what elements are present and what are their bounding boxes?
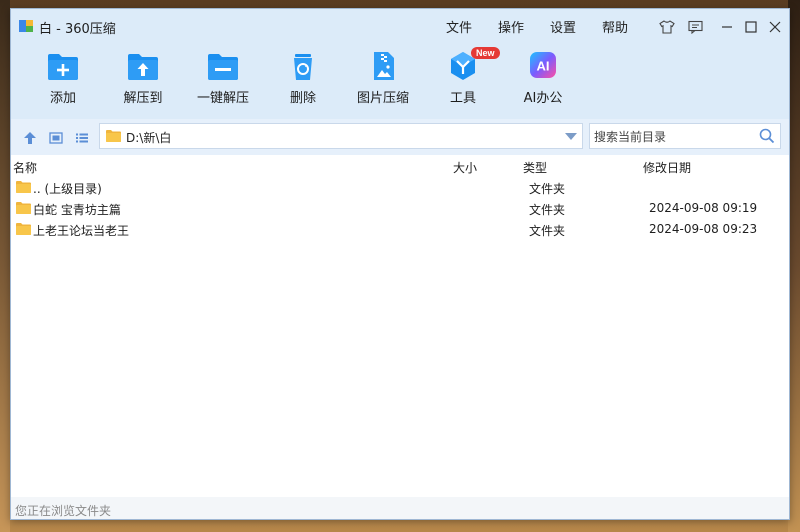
extract-to-icon	[128, 54, 158, 80]
folder-icon	[16, 181, 31, 193]
maximize-button[interactable]	[739, 17, 763, 37]
file-type: 文件夹	[529, 182, 566, 196]
file-name: .. (上级目录)	[33, 182, 102, 196]
close-button[interactable]	[763, 17, 787, 37]
extract-to-button[interactable]: 解压到	[103, 51, 183, 115]
column-name[interactable]: 名称	[13, 159, 37, 176]
shirt-icon	[659, 20, 675, 34]
close-icon	[769, 21, 781, 33]
current-path: D:\新\白	[126, 131, 172, 145]
one-click-extract-button[interactable]: 一键解压	[183, 51, 263, 115]
image-compress-icon	[374, 52, 394, 80]
address-bar: D:\新\白	[11, 119, 789, 156]
file-date: 2024-09-08 09:19	[649, 201, 758, 215]
file-list-header: 名称 大小 类型 修改日期	[11, 155, 789, 177]
toolbar: 添加 解压到 一键解压 删除 图片压缩 New 工具 AI AI办公	[11, 45, 789, 119]
search-box[interactable]	[589, 123, 781, 149]
add-button[interactable]: 添加	[23, 51, 103, 115]
file-date: 2024-09-08 09:23	[649, 222, 758, 236]
one-click-extract-label: 一键解压	[196, 91, 249, 106]
thumbnail-view-icon[interactable]	[49, 132, 63, 144]
one-click-extract-icon	[208, 54, 238, 80]
menu-file[interactable]: 文件	[433, 17, 485, 36]
desktop-background-left	[0, 0, 10, 532]
feedback-button[interactable]	[683, 17, 707, 37]
up-arrow-icon[interactable]	[23, 131, 37, 145]
dropdown-arrow-icon[interactable]	[565, 133, 577, 140]
image-compress-button[interactable]: 图片压缩	[343, 51, 423, 115]
menu-settings[interactable]: 设置	[537, 17, 589, 36]
column-type[interactable]: 类型	[523, 159, 547, 176]
app-window: 白 - 360压缩 文件 操作 设置 帮助 添加 解压到 一键解压 删除 图片压…	[10, 8, 790, 520]
list-view-icon[interactable]	[75, 132, 89, 144]
search-input[interactable]	[592, 127, 756, 147]
table-row[interactable]: 白蛇 宝青坊主篇 文件夹 2024-09-08 09:19	[11, 198, 789, 219]
tools-button[interactable]: New 工具	[423, 47, 503, 115]
minimize-icon	[722, 26, 732, 28]
ai-office-label: AI办公	[523, 91, 563, 106]
search-icon[interactable]	[759, 128, 775, 144]
maximize-icon	[745, 21, 757, 33]
file-type: 文件夹	[529, 224, 566, 238]
file-list: .. (上级目录) 文件夹 白蛇 宝青坊主篇 文件夹 2024-09-08 09…	[11, 177, 789, 240]
delete-button[interactable]: 删除	[263, 51, 343, 115]
title-bar[interactable]: 白 - 360压缩 文件 操作 设置 帮助	[11, 9, 789, 45]
tools-label: 工具	[449, 91, 476, 106]
skin-button[interactable]	[655, 17, 679, 37]
ai-office-icon: AI	[530, 52, 556, 78]
add-label: 添加	[49, 91, 76, 106]
table-row[interactable]: .. (上级目录) 文件夹	[11, 177, 789, 198]
status-bar: 您正在浏览文件夹	[11, 497, 789, 519]
folder-icon	[16, 223, 31, 235]
folder-icon	[106, 130, 121, 142]
app-logo-icon	[19, 20, 33, 32]
svg-text:AI: AI	[537, 59, 550, 74]
column-date[interactable]: 修改日期	[643, 159, 691, 176]
minimize-button[interactable]	[715, 17, 739, 37]
menu-bar: 文件 操作 设置 帮助	[433, 17, 641, 36]
file-name: 上老王论坛当老王	[33, 224, 130, 238]
delete-label: 删除	[289, 91, 316, 106]
new-badge: New	[471, 47, 500, 59]
column-size[interactable]: 大小	[453, 159, 477, 176]
file-type: 文件夹	[529, 203, 566, 217]
status-text: 您正在浏览文件夹	[15, 504, 112, 518]
add-folder-icon	[48, 54, 78, 80]
menu-operation[interactable]: 操作	[485, 17, 537, 36]
recycle-bin-icon	[294, 54, 312, 80]
extract-to-label: 解压到	[123, 91, 163, 106]
file-name: 白蛇 宝青坊主篇	[33, 203, 121, 217]
window-title: 白 - 360压缩	[39, 22, 116, 37]
menu-help[interactable]: 帮助	[589, 17, 641, 36]
image-compress-label: 图片压缩	[356, 91, 409, 106]
folder-icon	[16, 202, 31, 214]
table-row[interactable]: 上老王论坛当老王 文件夹 2024-09-08 09:23	[11, 219, 789, 240]
message-icon	[687, 20, 703, 34]
path-input[interactable]: D:\新\白	[99, 123, 583, 149]
ai-office-button[interactable]: AI AI办公	[503, 51, 583, 115]
